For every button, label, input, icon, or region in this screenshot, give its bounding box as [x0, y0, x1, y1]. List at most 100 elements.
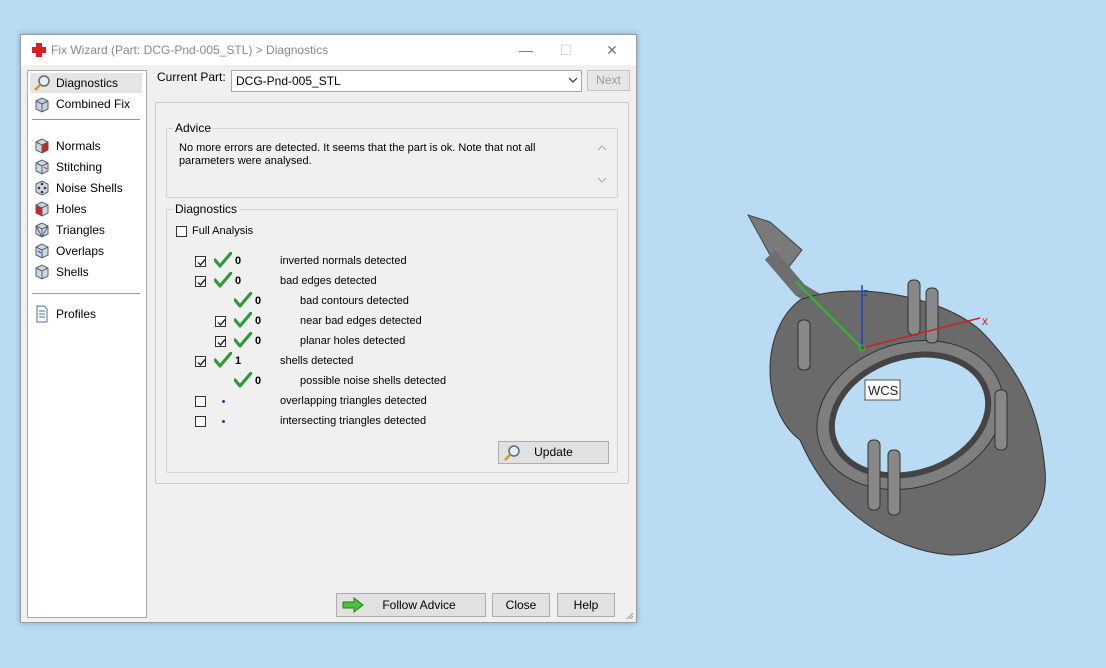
advice-group: Advice No more errors are detected. It s… — [166, 121, 618, 198]
sidebar-item-diagnostics[interactable]: Diagnostics — [30, 73, 142, 93]
sidebar-item-label: Combined Fix — [56, 97, 131, 111]
advice-text: No more errors are detected. It seems th… — [179, 142, 579, 168]
sidebar-item-label: Normals — [56, 139, 101, 153]
ok-check-icon — [214, 272, 232, 288]
checkmark-icon — [217, 319, 226, 327]
follow-advice-button[interactable]: Follow Advice — [336, 593, 486, 617]
diagnostic-count: 1 — [235, 355, 242, 367]
scroll-up-icon[interactable] — [597, 145, 607, 151]
sidebar-divider — [32, 119, 140, 120]
update-label: Update — [534, 445, 573, 459]
maximize-button[interactable]: ☐ — [557, 41, 575, 59]
sidebar-item-label: Diagnostics — [56, 76, 119, 90]
chevron-down-icon — [569, 77, 577, 83]
checkmark-icon — [197, 359, 206, 367]
sidebar-item-label: Holes — [56, 202, 87, 216]
sidebar-item-noise-shells[interactable]: Noise Shells — [30, 178, 142, 198]
advice-line: parameters were analysed. — [179, 155, 312, 167]
update-button[interactable]: Update — [498, 441, 609, 464]
sidebar-item-profiles[interactable]: Profiles — [30, 304, 142, 324]
window-title: Fix Wizard (Part: DCG-Pnd-005_STL) > Dia… — [51, 43, 329, 57]
diagnostic-count: 0 — [255, 295, 262, 307]
advice-line: No more errors are detected. It seems th… — [179, 142, 536, 154]
ok-check-icon — [214, 352, 232, 368]
diagnostic-description: bad edges detected — [280, 275, 377, 287]
fix-wizard-window: Fix Wizard (Part: DCG-Pnd-005_STL) > Dia… — [20, 34, 637, 623]
sidebar-item-holes[interactable]: Holes — [30, 199, 142, 219]
diagnostic-count: 0 — [235, 255, 242, 267]
part-3d-model[interactable]: x z WCS — [740, 210, 1070, 570]
sidebar-item-overlaps[interactable]: Overlaps — [30, 241, 142, 261]
diagnostics-title: Diagnostics — [173, 202, 240, 216]
full-analysis-label: Full Analysis — [192, 225, 254, 237]
checkmark-icon — [197, 259, 206, 267]
close-button[interactable]: Close — [492, 593, 550, 617]
full-analysis-checkbox[interactable] — [176, 226, 187, 237]
ok-check-icon — [234, 372, 252, 388]
current-part-value: DCG-Pnd-005_STL — [236, 74, 341, 88]
green-arrow-icon — [342, 597, 364, 613]
resize-grip-icon[interactable] — [624, 610, 634, 620]
diagnostic-description: bad contours detected — [300, 295, 409, 307]
diagnostic-checkbox[interactable] — [195, 276, 206, 287]
diagnostic-checkbox[interactable] — [195, 256, 206, 267]
sidebar: Diagnostics Combined Fix Normals Stitchi… — [27, 70, 147, 618]
sidebar-divider — [32, 293, 140, 294]
sidebar-item-normals[interactable]: Normals — [30, 136, 142, 156]
diagnostic-checkbox[interactable] — [215, 316, 226, 327]
holes-cube-icon — [35, 201, 49, 217]
ok-check-icon — [234, 292, 252, 308]
advice-title: Advice — [173, 121, 214, 135]
title-bar[interactable]: Fix Wizard (Part: DCG-Pnd-005_STL) > Dia… — [21, 35, 636, 65]
sidebar-item-triangles[interactable]: Triangles — [30, 220, 142, 240]
diagnostic-count: 0 — [255, 375, 262, 387]
dots-cube-icon — [35, 180, 49, 196]
scroll-down-icon[interactable] — [597, 177, 607, 183]
help-button[interactable]: Help — [557, 593, 615, 617]
diagnostic-description: intersecting triangles detected — [280, 415, 427, 427]
follow-advice-label: Follow Advice — [382, 598, 456, 612]
current-part-select[interactable]: DCG-Pnd-005_STL — [231, 70, 582, 92]
sidebar-item-label: Triangles — [56, 223, 105, 237]
close-window-button[interactable]: ✕ — [603, 41, 621, 59]
ok-check-icon — [234, 312, 252, 328]
sidebar-item-label: Profiles — [56, 307, 97, 321]
wcs-label: WCS — [868, 383, 899, 398]
document-icon — [36, 305, 48, 323]
sidebar-item-combined-fix[interactable]: Combined Fix — [30, 94, 142, 114]
checkmark-icon — [197, 279, 206, 287]
diagnostic-description: planar holes detected — [300, 335, 406, 347]
diagnostic-count: 0 — [255, 315, 262, 327]
sidebar-item-label: Noise Shells — [56, 181, 123, 195]
sidebar-item-shells[interactable]: Shells — [30, 262, 142, 282]
minimize-button[interactable]: — — [517, 41, 535, 59]
diagnostic-checkbox[interactable] — [215, 336, 226, 347]
diagnostic-checkbox[interactable] — [195, 356, 206, 367]
sidebar-item-label: Shells — [56, 265, 89, 279]
red-cube-icon — [35, 138, 49, 154]
sidebar-item-stitching[interactable]: Stitching — [30, 157, 142, 177]
status-dot-icon — [222, 400, 225, 403]
diagnostic-description: near bad edges detected — [300, 315, 422, 327]
diagnostic-description: possible noise shells detected — [300, 375, 447, 387]
diagnostic-checkbox[interactable] — [195, 416, 206, 427]
overlap-cube-icon — [35, 243, 49, 259]
red-cross-icon — [32, 43, 46, 57]
triangle-cube-icon — [35, 222, 49, 238]
magnifier-icon — [34, 75, 50, 91]
cube-stack-icon — [35, 97, 49, 113]
diagnostic-count: 0 — [235, 275, 242, 287]
diagnostic-description: overlapping triangles detected — [280, 395, 427, 407]
ok-check-icon — [234, 332, 252, 348]
status-dot-icon — [222, 420, 225, 423]
diagnostic-description: shells detected — [280, 355, 354, 367]
diagnostics-group: Diagnostics Full Analysis 0 inverted norm… — [166, 202, 618, 473]
next-button[interactable]: Next — [587, 70, 630, 91]
sidebar-item-label: Overlaps — [56, 244, 105, 258]
main-panel: Advice No more errors are detected. It s… — [155, 102, 629, 484]
diagnostic-description: inverted normals detected — [280, 255, 407, 267]
diagnostic-checkbox[interactable] — [195, 396, 206, 407]
sidebar-item-label: Stitching — [56, 160, 103, 174]
diagnostic-count: 0 — [255, 335, 262, 347]
current-part-label: Current Part: — [157, 70, 226, 84]
